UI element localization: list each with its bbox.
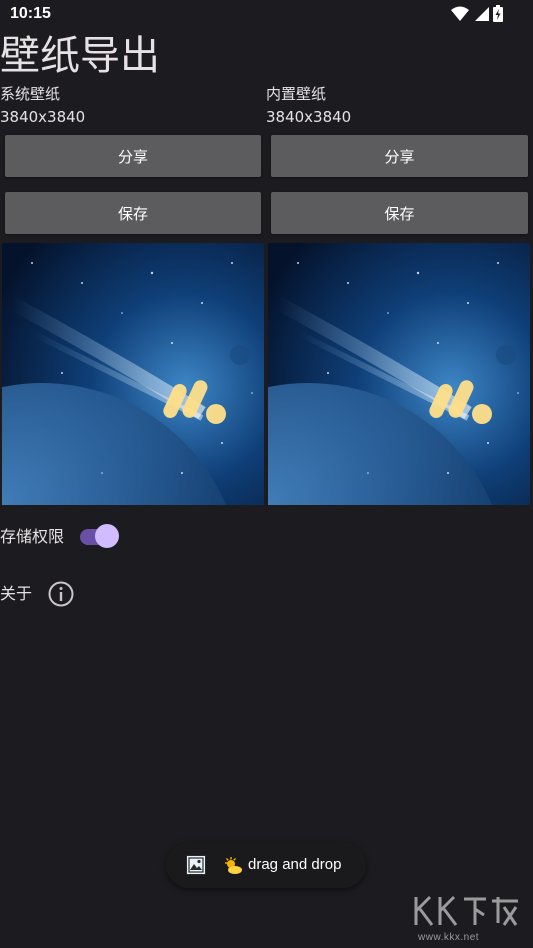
switch-thumb (95, 524, 119, 548)
wifi-icon (451, 6, 469, 21)
watermark-logo (414, 895, 518, 926)
storage-permission-label: 存储权限 (0, 527, 65, 546)
drag-and-drop-pill[interactable]: drag and drop (166, 842, 366, 888)
image-icon (186, 855, 206, 875)
storage-permission-switch[interactable] (78, 524, 122, 550)
builtin-wallpaper-preview (268, 243, 530, 505)
system-wallpaper-resolution: 3840x3840 (0, 108, 86, 126)
sun-cloud-icon (225, 857, 242, 874)
about-label: 关于 (0, 584, 33, 603)
builtin-share-button[interactable]: 分享 (271, 135, 528, 177)
system-wallpaper-label: 系统壁纸 (0, 85, 61, 103)
drag-and-drop-label: drag and drop (248, 856, 342, 873)
watermark-url: www.kkx.net (418, 932, 480, 943)
builtin-wallpaper-resolution: 3840x3840 (266, 108, 352, 126)
system-share-button[interactable]: 分享 (5, 135, 261, 177)
builtin-save-button[interactable]: 保存 (271, 192, 528, 234)
system-wallpaper-preview (2, 243, 264, 505)
page-title: 壁纸导出 (0, 33, 160, 79)
builtin-wallpaper-label: 内置壁纸 (266, 85, 327, 103)
status-bar: 10:15 (0, 0, 533, 30)
battery-charging-icon (493, 5, 503, 22)
info-icon[interactable] (47, 580, 75, 608)
status-time: 10:15 (10, 5, 51, 22)
system-save-button[interactable]: 保存 (5, 192, 261, 234)
signal-icon (475, 6, 489, 21)
status-icons (451, 5, 503, 22)
